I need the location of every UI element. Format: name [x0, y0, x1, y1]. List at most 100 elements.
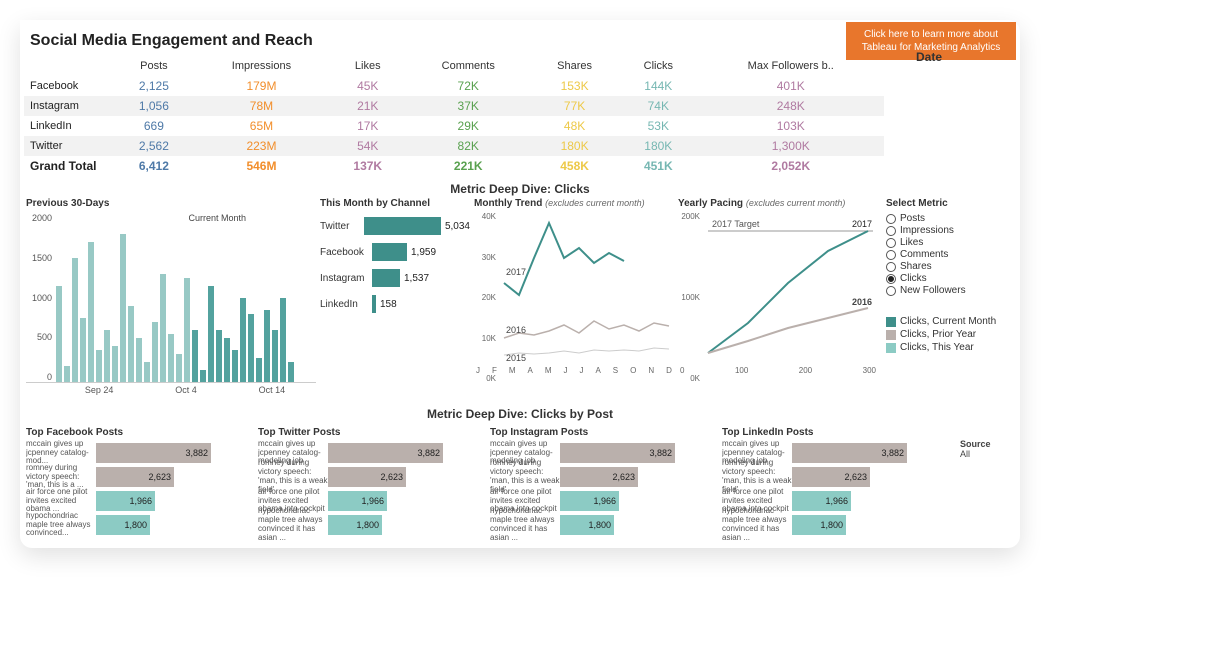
day-bar[interactable] [136, 338, 142, 382]
post-row[interactable]: air force one pilot invites excited obam… [26, 490, 252, 512]
post-row[interactable]: mccain gives up jcpenney catalog-mod...3… [26, 442, 252, 464]
trend-title: Monthly Trend [474, 198, 542, 209]
day-bar[interactable] [200, 370, 206, 382]
channel-bar-row[interactable]: Facebook1,959 [320, 243, 470, 261]
day-bar[interactable] [224, 338, 230, 382]
summary-table: PostsImpressionsLikesCommentsSharesClick… [24, 56, 884, 176]
prev30-title: Previous 30-Days [26, 198, 316, 209]
bychan-title: This Month by Channel [320, 198, 470, 209]
radio-icon [886, 214, 896, 224]
day-bar[interactable] [240, 298, 246, 382]
date-label: Date [916, 50, 942, 64]
table-row[interactable]: LinkedIn66965M17K29K48K53K103K [24, 116, 884, 136]
day-bar[interactable] [192, 330, 198, 382]
col-header[interactable]: Posts [114, 56, 194, 76]
day-bar[interactable] [232, 350, 238, 382]
col-header[interactable]: Comments [406, 56, 530, 76]
day-bar[interactable] [160, 274, 166, 382]
day-bar[interactable] [80, 318, 86, 382]
metric-option[interactable]: Posts [886, 213, 1012, 224]
table-row[interactable]: Twitter2,562223M54K82K180K180K1,300K [24, 136, 884, 156]
posts-col-title: Top LinkedIn Posts [722, 427, 948, 438]
metric-selector: Select Metric PostsImpressionsLikesComme… [882, 198, 1012, 395]
post-row[interactable]: romney during victory speech: 'man, this… [722, 466, 948, 488]
day-bar[interactable] [168, 334, 174, 382]
yr-2016: 2016 [852, 297, 872, 307]
col-header[interactable]: Shares [530, 56, 619, 76]
post-row[interactable]: romney during victory speech: 'man, this… [26, 466, 252, 488]
label-2017: 2017 [506, 267, 526, 277]
col-header[interactable] [24, 56, 114, 76]
channel-bar-row[interactable]: Twitter5,034 [320, 217, 470, 235]
label-2015: 2015 [506, 353, 526, 363]
yearly-pacing-panel: Yearly Pacing (excludes current month) 2… [678, 198, 878, 395]
channel-bar-row[interactable]: LinkedIn158 [320, 295, 470, 313]
day-bar[interactable] [88, 242, 94, 382]
post-row[interactable]: hypochondriac maple tree always convince… [26, 514, 252, 536]
day-bar[interactable] [256, 358, 262, 382]
pacing-chart[interactable]: 2017 Target 2017 2016 [678, 213, 878, 363]
col-header[interactable]: Clicks [619, 56, 697, 76]
posts-column: Top Instagram Postsmccain gives up jcpen… [490, 425, 716, 538]
metric-option[interactable]: Clicks [886, 273, 1012, 284]
day-bar[interactable] [152, 322, 158, 382]
post-row[interactable]: romney during victory speech: 'man, this… [258, 466, 484, 488]
post-row[interactable]: hypochondriac maple tree always convince… [258, 514, 484, 536]
posts-column: Top LinkedIn Postsmccain gives up jcpenn… [722, 425, 948, 538]
target-label: 2017 Target [712, 219, 760, 229]
day-bar[interactable] [208, 286, 214, 382]
posts-column: Top Facebook Posts mccain gives up jcpenn… [26, 425, 252, 538]
table-row[interactable]: Instagram1,05678M21K37K77K74K248K [24, 96, 884, 116]
radio-icon [886, 286, 896, 296]
posts-col-title: Top Twitter Posts [258, 427, 484, 438]
day-bar[interactable] [176, 354, 182, 382]
radio-icon [886, 238, 896, 248]
post-row[interactable]: romney during victory speech: 'man, this… [490, 466, 716, 488]
radio-icon [886, 274, 896, 284]
selector-title: Select Metric [886, 198, 1012, 209]
prev30-chart[interactable]: 2000150010005000 Current Month [26, 213, 316, 383]
day-bar[interactable] [96, 350, 102, 382]
posts-col-title: Top Facebook Posts [26, 427, 252, 438]
day-bar[interactable] [272, 330, 278, 382]
radio-icon [886, 262, 896, 272]
table-row[interactable]: Facebook2,125179M45K72K153K144K401K [24, 76, 884, 96]
day-bar[interactable] [112, 346, 118, 382]
posts-title: Metric Deep Dive: Clicks by Post [20, 401, 1020, 423]
channel-bar-row[interactable]: Instagram1,537 [320, 269, 470, 287]
pacing-title: Yearly Pacing [678, 198, 743, 209]
day-bar[interactable] [104, 330, 110, 382]
day-bar[interactable] [128, 306, 134, 382]
post-row[interactable]: hypochondriac maple tree always convince… [722, 514, 948, 536]
posts-col-title: Top Instagram Posts [490, 427, 716, 438]
day-bar[interactable] [144, 362, 150, 382]
prev30-panel: Previous 30-Days 2000150010005000 Curren… [26, 198, 316, 395]
day-bar[interactable] [264, 310, 270, 382]
trend-chart[interactable]: 2017 2016 2015 [474, 213, 674, 363]
day-bar[interactable] [56, 286, 62, 382]
monthly-trend-panel: Monthly Trend (excludes current month) 4… [474, 198, 674, 395]
metric-option[interactable]: Comments [886, 249, 1012, 260]
metric-option[interactable]: New Followers [886, 285, 1012, 296]
trend-sub: (excludes current month) [545, 198, 645, 208]
day-bar[interactable] [248, 314, 254, 382]
metric-option[interactable]: Impressions [886, 225, 1012, 236]
col-header[interactable]: Likes [329, 56, 406, 76]
day-bar[interactable] [120, 234, 126, 382]
pacing-sub: (excludes current month) [746, 198, 846, 208]
day-bar[interactable] [64, 366, 70, 382]
label-2016: 2016 [506, 325, 526, 335]
day-bar[interactable] [280, 298, 286, 382]
legend-item: Clicks, Current Month [886, 316, 1012, 327]
col-header[interactable]: Impressions [194, 56, 329, 76]
day-bar[interactable] [72, 258, 78, 382]
legend-item: Clicks, This Year [886, 342, 1012, 353]
day-bar[interactable] [288, 362, 294, 382]
day-bar[interactable] [216, 330, 222, 382]
metric-option[interactable]: Likes [886, 237, 1012, 248]
deepdive-title: Metric Deep Dive: Clicks [20, 176, 1020, 198]
post-row[interactable]: hypochondriac maple tree always convince… [490, 514, 716, 536]
day-bar[interactable] [184, 278, 190, 382]
radio-icon [886, 226, 896, 236]
metric-option[interactable]: Shares [886, 261, 1012, 272]
